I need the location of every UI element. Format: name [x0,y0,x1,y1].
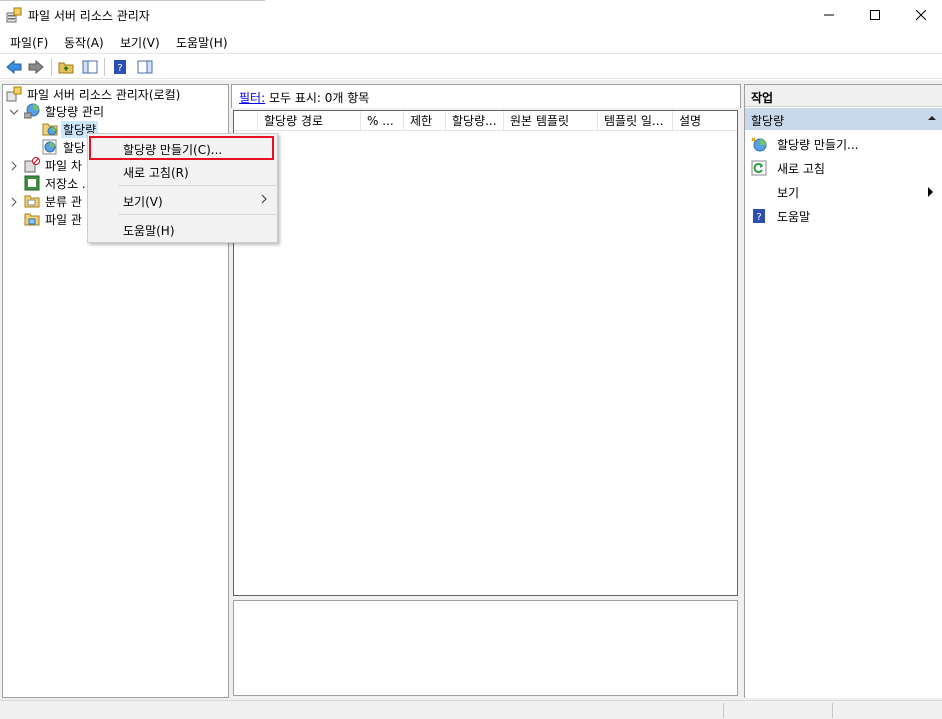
minimize-icon [824,14,834,16]
status-divider [723,703,724,718]
help-icon: ? [114,60,126,74]
file-server-icon [6,86,22,102]
context-menu: 할당량 만들기(C)... 새로 고침(R) 보기(V) 도움말(H) [87,133,278,243]
create-quota-icon [751,137,767,152]
tree-item-file-management[interactable]: 파일 관 [24,210,84,228]
chevron-right-icon[interactable] [9,161,19,171]
chevron-down-icon[interactable] [9,107,19,117]
svg-text:?: ? [117,63,122,74]
toolbar-separator [104,58,105,76]
back-button[interactable] [4,57,24,77]
submenu-arrow-icon [928,187,933,197]
column-template-match[interactable]: 템플릿 일... [598,111,673,131]
toolbar-separator [51,58,52,76]
file-management-icon [24,213,40,226]
forward-arrow-icon [28,60,44,74]
show-hide-tree-icon [82,60,98,74]
menu-action[interactable]: 동작(A) [64,34,104,51]
maximize-button[interactable] [852,0,898,30]
quota-folder-icon [42,123,58,136]
tree-root[interactable]: 파일 서버 리소스 관리자(로컬) [6,85,182,103]
file-screen-icon [24,157,40,173]
menu-view[interactable]: 보기(V) [120,34,160,51]
forward-button[interactable] [26,57,46,77]
action-help[interactable]: ? 도움말 [751,206,941,226]
action-pane-icon [137,60,153,74]
window-title: 파일 서버 리소스 관리자 [28,9,150,23]
detail-pane [233,600,738,696]
column-limit[interactable]: 제한 [404,111,446,131]
status-bar [0,700,942,719]
context-refresh[interactable]: 새로 고침(R) [89,160,276,182]
storage-report-icon [24,175,40,191]
quota-management-icon [24,103,40,119]
minimize-button[interactable] [806,0,852,30]
tree-item-storage-reports[interactable]: 저장소 . [24,174,88,192]
file-server-icon [6,7,22,23]
refresh-icon [751,160,767,176]
classification-icon [24,195,40,208]
quota-list[interactable]: 할당량 경로 % ... 제한 할당량... 원본 템플릿 템플릿 일... 설… [233,110,738,596]
svg-text:?: ? [756,212,761,223]
column-quota-path[interactable]: 할당량 경로 [258,111,361,131]
close-icon [916,10,926,20]
actions-section-quotas[interactable]: 할당량 [745,108,942,130]
title-accent-line [0,0,265,1]
column-percent-used[interactable]: % ... [361,111,404,131]
show-hide-action-pane-button[interactable] [135,57,155,77]
column-icon[interactable] [234,111,258,131]
show-hide-tree-button[interactable] [80,57,100,77]
column-description[interactable]: 설명 [673,111,737,131]
back-arrow-icon [6,60,22,74]
action-create-quota[interactable]: 할당량 만들기... [751,134,941,154]
up-one-level-button[interactable] [56,57,76,77]
tree-item-quota-templates[interactable]: 할당 [42,138,87,156]
help-icon: ? [753,209,765,223]
tree-item-quota-management[interactable]: 할당량 관리 [24,102,106,120]
filter-link[interactable]: 필터: [239,91,265,105]
chevron-right-icon[interactable] [9,197,19,207]
menu-help[interactable]: 도움말(H) [176,34,228,51]
highlight-outline [89,136,274,160]
close-button[interactable] [898,0,942,30]
status-divider [832,703,833,718]
actions-pane: 작업 할당량 할당량 만들기... 새로 고침 보기 ? 도움말 [744,84,942,698]
menu-file[interactable]: 파일(F) [10,34,48,51]
context-separator [118,214,276,215]
chevron-right-icon [261,194,267,204]
tree-item-classification[interactable]: 분류 관 [24,192,84,210]
context-help[interactable]: 도움말(H) [89,218,276,240]
tree-item-file-screening[interactable]: 파일 차 [24,156,84,174]
maximize-icon [870,10,880,20]
view-blank-icon [751,184,767,200]
action-refresh[interactable]: 새로 고침 [751,158,941,178]
filter-bar: 필터: 모두 표시: 0개 항목 [231,84,741,108]
actions-header: 작업 [745,85,942,107]
folder-up-icon [58,62,74,74]
column-source-template[interactable]: 원본 템플릿 [504,111,598,131]
help-button[interactable]: ? [110,57,130,77]
action-view[interactable]: 보기 [751,182,941,202]
column-header-row: 할당량 경로 % ... 제한 할당량... 원본 템플릿 템플릿 일... 설… [234,111,737,131]
context-separator [118,185,276,186]
quota-template-icon [42,139,57,155]
title-bar: 파일 서버 리소스 관리자 [0,0,942,30]
context-view[interactable]: 보기(V) [89,189,276,211]
menu-bar: 파일(F) 동작(A) 보기(V) 도움말(H) [0,30,942,52]
toolbar: ? [0,53,942,79]
filter-status-text: 모두 표시: 0개 항목 [265,91,370,105]
column-quota-type[interactable]: 할당량... [446,111,504,131]
collapse-up-icon [928,116,936,120]
